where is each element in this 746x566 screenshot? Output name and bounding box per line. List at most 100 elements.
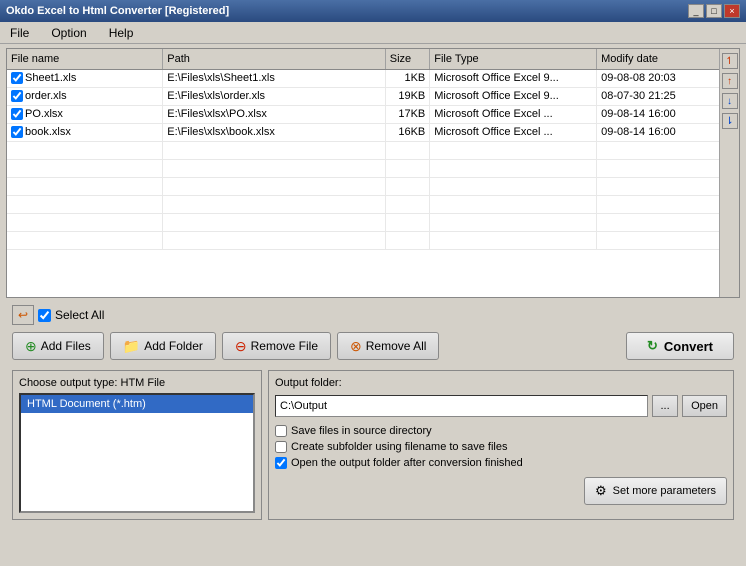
cell-date: 09-08-08 20:03	[597, 69, 719, 87]
col-header-size: Size	[385, 49, 430, 69]
output-folder-panel: Output folder: ... Open Save files in so…	[268, 370, 734, 520]
set-more-params-button[interactable]: ⚙ Set more parameters	[584, 477, 727, 505]
file-name: Sheet1.xls	[25, 72, 76, 84]
empty-row	[7, 213, 719, 231]
file-list-wrapper: File name Path Size File Type Modify dat…	[6, 48, 740, 298]
cell-name: Sheet1.xls	[7, 69, 163, 87]
option-open-after: Open the output folder after conversion …	[275, 457, 727, 469]
cell-name: order.xls	[7, 87, 163, 105]
back-button[interactable]: ↩	[12, 305, 34, 325]
file-table: File name Path Size File Type Modify dat…	[7, 49, 719, 250]
cell-size: 16KB	[385, 123, 430, 141]
row-checkbox[interactable]	[11, 108, 23, 120]
remove-all-icon: ⊗	[350, 338, 362, 355]
add-files-label: Add Files	[41, 339, 91, 353]
save-source-checkbox[interactable]	[275, 425, 287, 437]
convert-icon: ↻	[647, 338, 658, 354]
output-type-label: Choose output type: HTM File	[19, 377, 255, 389]
select-all-row: ↩ Select All	[6, 302, 740, 328]
row-checkbox[interactable]	[11, 72, 23, 84]
move-bottom-button[interactable]: ⇂	[722, 113, 738, 129]
col-header-path: Path	[163, 49, 386, 69]
option-save-source: Save files in source directory	[275, 425, 727, 437]
add-folder-icon: 📁	[123, 338, 140, 355]
output-type-current: HTM File	[121, 377, 166, 389]
more-params-label: Set more parameters	[613, 485, 716, 497]
empty-row	[7, 231, 719, 249]
empty-row	[7, 159, 719, 177]
menu-help[interactable]: Help	[103, 24, 140, 42]
output-type-item-htm[interactable]: HTML Document (*.htm)	[21, 395, 253, 413]
output-folder-input[interactable]	[275, 395, 648, 417]
cell-type: Microsoft Office Excel 9...	[430, 69, 597, 87]
cell-name: PO.xlsx	[7, 105, 163, 123]
minimize-button[interactable]: _	[688, 4, 704, 18]
remove-file-label: Remove File	[251, 339, 318, 353]
table-row: PO.xlsx E:\Files\xlsx\PO.xlsx 17KB Micro…	[7, 105, 719, 123]
cell-date: 08-07-30 21:25	[597, 87, 719, 105]
main-content: File name Path Size File Type Modify dat…	[0, 44, 746, 524]
file-name: book.xlsx	[25, 126, 71, 138]
cell-type: Microsoft Office Excel ...	[430, 105, 597, 123]
close-button[interactable]: ×	[724, 4, 740, 18]
move-top-button[interactable]: ↿	[722, 53, 738, 69]
create-subfolder-checkbox[interactable]	[275, 441, 287, 453]
cell-size: 19KB	[385, 87, 430, 105]
col-header-type: File Type	[430, 49, 597, 69]
table-row: order.xls E:\Files\xls\order.xls 19KB Mi…	[7, 87, 719, 105]
row-checkbox[interactable]	[11, 126, 23, 138]
cell-type: Microsoft Office Excel ...	[430, 123, 597, 141]
open-folder-button[interactable]: Open	[682, 395, 727, 417]
output-folder-row: ... Open	[275, 395, 727, 417]
title-bar: Okdo Excel to Html Converter [Registered…	[0, 0, 746, 22]
menu-file[interactable]: File	[4, 24, 35, 42]
file-name: PO.xlsx	[25, 108, 63, 120]
col-header-date: Modify date	[597, 49, 719, 69]
cell-type: Microsoft Office Excel 9...	[430, 87, 597, 105]
convert-label: Convert	[664, 339, 713, 354]
output-type-panel: Choose output type: HTM File HTML Docume…	[12, 370, 262, 520]
window-title: Okdo Excel to Html Converter [Registered…	[6, 5, 229, 17]
empty-row	[7, 141, 719, 159]
output-type-list[interactable]: HTML Document (*.htm)	[19, 393, 255, 513]
window-controls: _ □ ×	[688, 4, 740, 18]
move-up-button[interactable]: ↑	[722, 73, 738, 89]
save-source-label: Save files in source directory	[291, 425, 432, 437]
table-row: book.xlsx E:\Files\xlsx\book.xlsx 16KB M…	[7, 123, 719, 141]
row-checkbox[interactable]	[11, 90, 23, 102]
file-table-scroll[interactable]: File name Path Size File Type Modify dat…	[7, 49, 719, 297]
open-after-label: Open the output folder after conversion …	[291, 457, 523, 469]
add-folder-button[interactable]: 📁 Add Folder	[110, 332, 216, 360]
convert-button[interactable]: ↻ Convert	[626, 332, 734, 360]
select-all-checkbox[interactable]	[38, 309, 51, 322]
add-folder-label: Add Folder	[144, 339, 203, 353]
menu-option[interactable]: Option	[45, 24, 92, 42]
option-create-subfolder: Create subfolder using filename to save …	[275, 441, 727, 453]
move-down-button[interactable]: ↓	[722, 93, 738, 109]
menu-bar: File Option Help	[0, 22, 746, 44]
add-files-button[interactable]: ⊕ Add Files	[12, 332, 104, 360]
table-row: Sheet1.xls E:\Files\xls\Sheet1.xls 1KB M…	[7, 69, 719, 87]
action-buttons-row: ⊕ Add Files 📁 Add Folder ⊖ Remove File ⊗…	[6, 328, 740, 364]
cell-size: 1KB	[385, 69, 430, 87]
bottom-panel: Choose output type: HTM File HTML Docume…	[6, 370, 740, 520]
side-arrows: ↿ ↑ ↓ ⇂	[719, 49, 739, 297]
col-header-name: File name	[7, 49, 163, 69]
remove-all-button[interactable]: ⊗ Remove All	[337, 332, 439, 360]
remove-file-icon: ⊖	[235, 338, 247, 355]
cell-path: E:\Files\xlsx\book.xlsx	[163, 123, 386, 141]
empty-row	[7, 177, 719, 195]
remove-all-label: Remove All	[366, 339, 427, 353]
cell-date: 09-08-14 16:00	[597, 123, 719, 141]
empty-row	[7, 195, 719, 213]
browse-button[interactable]: ...	[652, 395, 678, 417]
file-name: order.xls	[25, 90, 67, 102]
maximize-button[interactable]: □	[706, 4, 722, 18]
gear-icon: ⚙	[595, 483, 607, 499]
create-subfolder-label: Create subfolder using filename to save …	[291, 441, 507, 453]
remove-file-button[interactable]: ⊖ Remove File	[222, 332, 331, 360]
cell-size: 17KB	[385, 105, 430, 123]
cell-path: E:\Files\xls\Sheet1.xls	[163, 69, 386, 87]
cell-path: E:\Files\xls\order.xls	[163, 87, 386, 105]
open-after-checkbox[interactable]	[275, 457, 287, 469]
